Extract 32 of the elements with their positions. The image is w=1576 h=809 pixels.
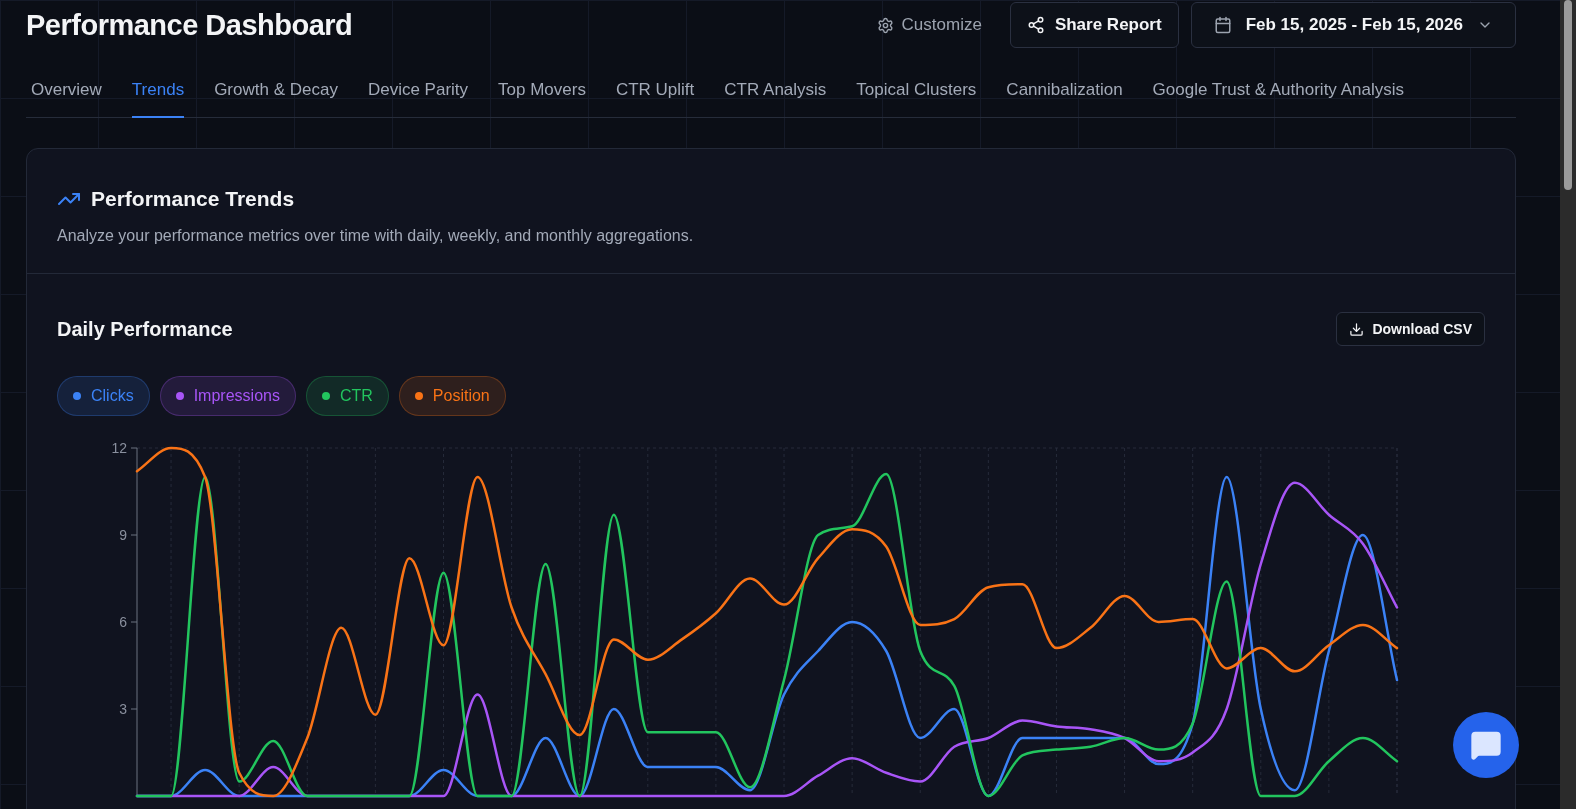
y-tick-label: 6 <box>119 614 127 630</box>
date-range-picker[interactable]: Feb 15, 2025 - Feb 15, 2026 <box>1190 2 1516 48</box>
tab[interactable]: Cannibalization <box>1006 72 1123 118</box>
calendar-icon <box>1213 16 1232 34</box>
tab[interactable]: Google Trust & Authority Analysis <box>1152 72 1404 118</box>
y-tick-label: 9 <box>119 527 127 543</box>
download-icon <box>1349 321 1365 337</box>
share-report-button[interactable]: Share Report <box>1009 2 1179 48</box>
scrollbar[interactable] <box>1560 0 1576 809</box>
section-title: Daily Performance <box>57 317 233 341</box>
legend-chip[interactable]: CTR <box>305 376 389 416</box>
customize-button[interactable]: Customize <box>860 7 998 43</box>
tab[interactable]: Top Movers <box>498 72 586 118</box>
y-tick-label: 12 <box>111 440 127 456</box>
tab[interactable]: Topical Clusters <box>856 72 977 118</box>
y-tick-label: 3 <box>119 701 127 717</box>
page-title: Performance Dashboard <box>26 8 354 42</box>
legend-chip[interactable]: Impressions <box>159 376 296 416</box>
share-icon <box>1026 16 1045 34</box>
card-description: Analyze your performance metrics over time with daily, weekly, and monthly aggregations. <box>57 227 695 245</box>
tab[interactable]: Growth & Decay <box>214 72 338 118</box>
tab[interactable]: CTR Analysis <box>724 72 827 118</box>
legend-chip[interactable]: Clicks <box>57 376 150 416</box>
tab[interactable]: Trends <box>131 72 185 118</box>
legend-chip[interactable]: Position <box>398 376 506 416</box>
tab[interactable]: CTR Uplift <box>615 72 695 118</box>
tab[interactable]: Device Parity <box>367 72 469 118</box>
download-csv-button[interactable]: Download CSV <box>1336 312 1485 346</box>
chat-bubble-icon <box>1470 729 1502 761</box>
settings-icon <box>876 16 894 34</box>
card-title: Performance Trends <box>91 187 295 211</box>
tab[interactable]: Overview <box>31 72 102 118</box>
